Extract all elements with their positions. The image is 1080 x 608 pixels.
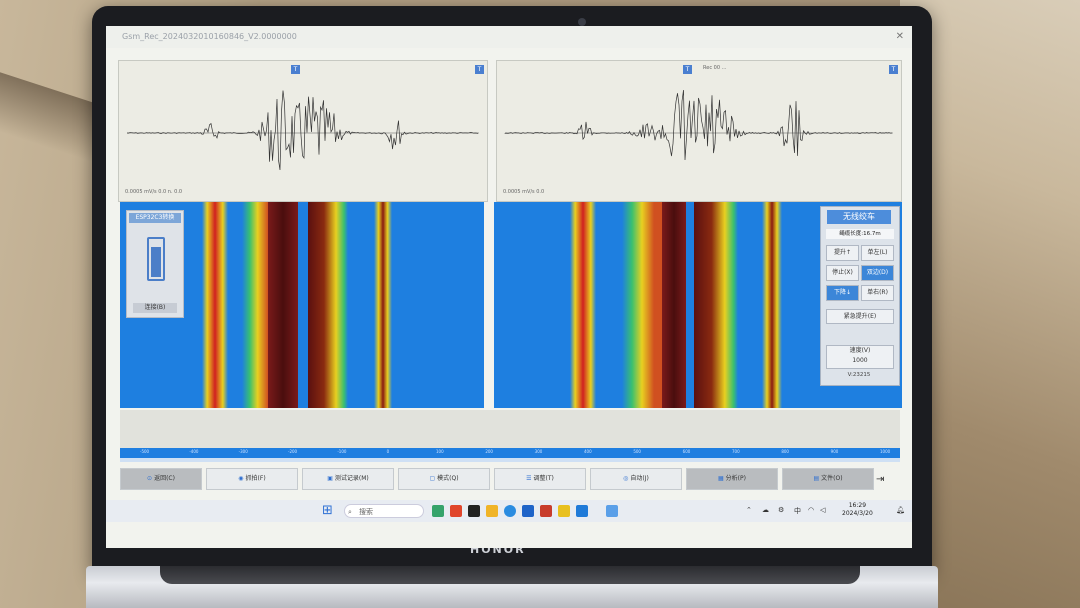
capture-icon: ◉ [238, 475, 244, 482]
waveform-right-expand[interactable]: T [889, 65, 898, 74]
wifi-icon[interactable]: ◠ [808, 506, 814, 514]
waveform-left-trace [126, 90, 479, 171]
stop-button[interactable]: 停止(X) [826, 265, 859, 281]
axis-tick-label: 0 [386, 449, 390, 454]
up-button[interactable]: 提升↑ [826, 245, 859, 261]
axis-tick-label: -400 [189, 449, 199, 454]
window-title: Gsm_Rec_2024032010160846_V2.0000000 [122, 32, 297, 41]
axis-tick-label: 300 [534, 449, 543, 454]
waveform-right: T T Rec 00 ... 0.0005 mV/s 0.0 [496, 60, 902, 202]
app-icon-6[interactable] [522, 505, 534, 517]
edge-icon[interactable] [504, 505, 516, 517]
x-axis-strip [120, 458, 900, 462]
waveform-right-scale: 0.0005 mV/s 0.0 [503, 189, 545, 195]
taskbar-clock[interactable]: 16:29 2024/3/20 [842, 502, 873, 518]
axis-tick-label: 700 [732, 449, 740, 454]
axis-tick-label: 200 [485, 449, 493, 454]
waveform-right-trace [504, 89, 893, 161]
axis-tick-label: 900 [830, 449, 839, 454]
webcam [578, 18, 586, 26]
winch-title: 无线绞车 [827, 210, 891, 224]
side-panel-header: ESP32C3转换 [129, 213, 181, 223]
notification-bell-icon[interactable]: 🔔︎ [896, 506, 905, 514]
axis-tick-label: -100 [337, 449, 347, 454]
waveform-left-marker[interactable]: T [291, 65, 300, 74]
app-icon-8[interactable] [558, 505, 570, 517]
tray-app-icon[interactable]: ☁ [762, 506, 769, 514]
record-icon: ▣ [327, 475, 333, 482]
screen: Gsm_Rec_2024032010160846_V2.0000000 ✕ T … [106, 26, 912, 548]
app-icon-7[interactable] [540, 505, 552, 517]
taskbar: ⊞ ⌕ 搜索 ⌃ ☁ ⚙ 中 ◠ ◁ 16:29 2024/3/20 🔔︎ [106, 500, 912, 522]
analyze-icon: ▦ [718, 475, 724, 482]
window-titlebar: Gsm_Rec_2024032010160846_V2.0000000 ✕ [106, 26, 912, 48]
capture-button[interactable]: ◉ 抓拍(F) [206, 468, 298, 490]
search-icon: ⌕ [348, 508, 352, 516]
single-right-button[interactable]: 单右(R) [861, 285, 894, 301]
volume-icon[interactable]: ◁ [820, 506, 825, 514]
waveform-left: T T 0.0005 mV/s 0.0 n. 0.0 [118, 60, 488, 202]
file-button[interactable]: ▤ 文件(O) [782, 468, 874, 490]
adjust-icon: ☰ [526, 475, 532, 482]
clock-time: 16:29 [848, 502, 867, 509]
mode-icon: ▢ [429, 475, 436, 482]
speed-value: 1000 [852, 357, 868, 364]
axis-tick-label: 100 [436, 449, 444, 454]
side-panel: ESP32C3转换 连接(B) [126, 210, 184, 318]
close-icon[interactable]: ✕ [896, 26, 904, 48]
axis-tick-label: 400 [584, 449, 592, 454]
axis-tick-label: 500 [633, 449, 641, 454]
app-icon-9[interactable] [576, 505, 588, 517]
auto-button[interactable]: ◎ 自动(J) [590, 468, 682, 490]
exit-icon[interactable]: ⇥ [876, 474, 884, 485]
windows-start-icon[interactable]: ⊞ [322, 504, 336, 518]
taskbar-search[interactable]: ⌕ 搜索 [344, 504, 424, 518]
waveform-right-marker[interactable]: T [683, 65, 692, 74]
app-icon-1[interactable] [432, 505, 444, 517]
x-axis: -500 -400 -300 -200 -100 0 100 200 300 400 500 600 7… [120, 448, 900, 458]
file-icon: ▤ [813, 475, 820, 482]
analyze-button[interactable]: ▦ 分析(P) [686, 468, 778, 490]
speed-label: 速度(V) [849, 347, 871, 354]
axis-tick-label: 600 [682, 449, 691, 454]
emergency-lift-button[interactable]: 紧急提升(E) [826, 309, 894, 324]
folder-icon[interactable] [486, 505, 498, 517]
waveform-left-scale: 0.0005 mV/s 0.0 n. 0.0 [125, 189, 183, 195]
battery-icon [147, 237, 165, 281]
adjust-button[interactable]: ☰ 调整(T) [494, 468, 586, 490]
tray-settings-icon[interactable]: ⚙ [778, 506, 784, 514]
app-icon-10[interactable] [606, 505, 618, 517]
dual-button[interactable]: 双边(D) [861, 265, 894, 281]
axis-tick-label: -200 [288, 449, 298, 454]
lower-band [120, 410, 900, 450]
axis-tick-label: -300 [238, 449, 248, 454]
laptop-hinge [160, 566, 860, 584]
back-button[interactable]: ⊙ 返回(C) [120, 468, 202, 490]
down-button[interactable]: 下降↓ [826, 285, 859, 301]
version-label: V:23215 [847, 372, 871, 378]
language-indicator[interactable]: 中 [794, 506, 801, 516]
toolbar: ⊙ 返回(C) ◉ 抓拍(F) ▣ 测试记录(M) ▢ 模式(Q) ☰ 调整(T) ◎ 自动… [120, 466, 902, 490]
auto-icon: ◎ [623, 475, 629, 482]
test-record-button[interactable]: ▣ 测试记录(M) [302, 468, 394, 490]
axis-tick-label: 1000 [880, 449, 891, 454]
single-left-button[interactable]: 单左(L) [861, 245, 894, 261]
waveform-right-top-label: Rec 00 ... [703, 65, 727, 71]
back-icon: ⊙ [147, 475, 153, 482]
clock-date: 2024/3/20 [842, 510, 873, 517]
connect-button[interactable]: 连接(B) [133, 303, 177, 313]
app-icon-3[interactable] [468, 505, 480, 517]
cable-length: 绳缆长度:16.7m [826, 229, 894, 239]
app-icon-2[interactable] [450, 505, 462, 517]
axis-tick-label: 800 [781, 449, 789, 454]
mode-button[interactable]: ▢ 模式(Q) [398, 468, 490, 490]
waveform-left-expand[interactable]: T [475, 65, 484, 74]
speed-field[interactable]: 速度(V) 1000 [826, 345, 894, 369]
winch-control-panel: 无线绞车 绳缆长度:16.7m 提升↑ 单左(L) 停止(X) 双边(D) 下降… [820, 206, 900, 386]
tray-chevron-icon[interactable]: ⌃ [746, 506, 752, 514]
axis-tick-label: -500 [140, 449, 150, 454]
